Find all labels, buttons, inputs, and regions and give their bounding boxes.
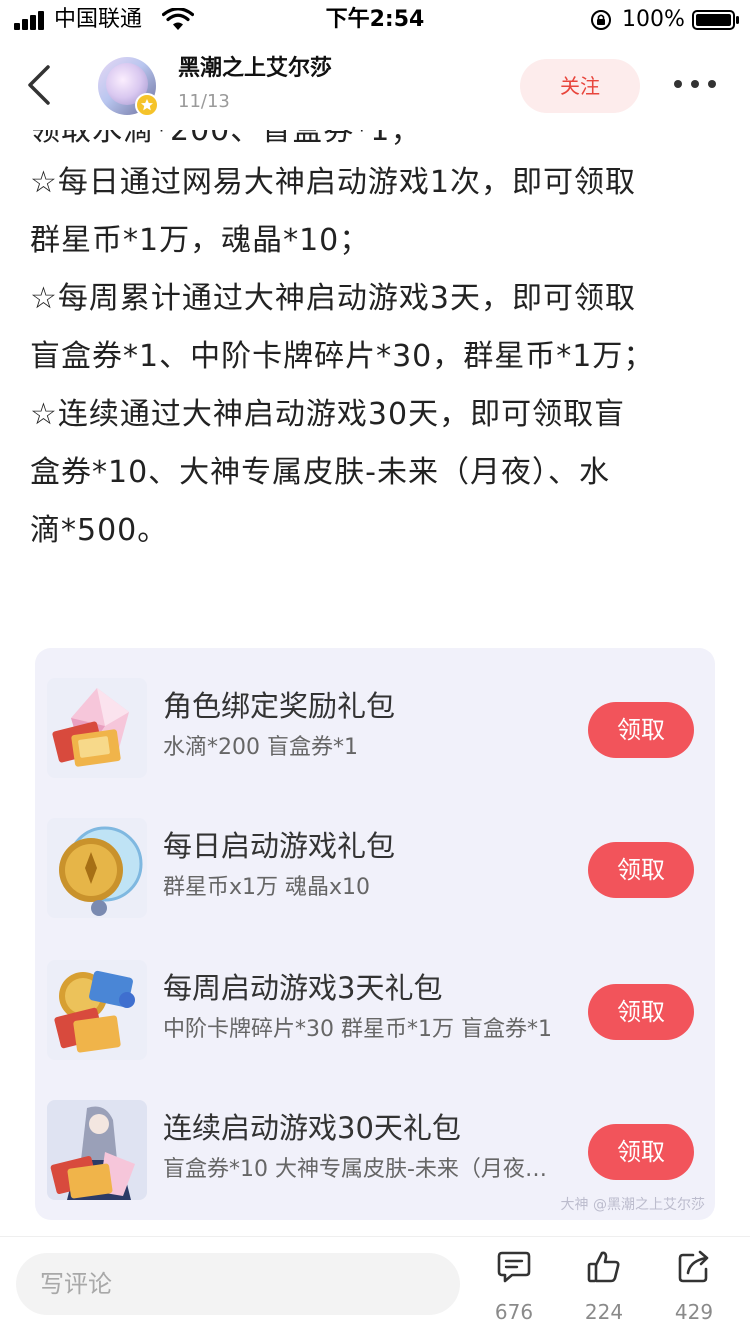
author-name[interactable]: 黑潮之上艾尔莎 [178,54,332,84]
battery-icon [692,10,739,30]
gift-ticket-crystal-icon [47,678,147,778]
gift-title: 每周启动游戏3天礼包 [163,971,443,1005]
gift-description: 群星币x1万 魂晶x10 [163,875,371,900]
post-header: 黑潮之上艾尔莎 11/13 关注 [0,40,750,130]
bottom-action-bar: 写评论 676 224 429 [0,1236,750,1335]
like-button[interactable]: 224 [574,1247,634,1335]
comment-icon [497,1251,531,1283]
battery-percentage: 100% [622,7,685,32]
gold-coin-icon [47,818,147,918]
article-paragraph: ☆每周累计通过大神启动游戏3天，即可领取 盲盒券*1、中阶卡牌碎片*30，群星币… [30,281,655,374]
gift-description: 盲盒券*10 大神专属皮肤-未来（月夜）水滴*500 [163,1157,553,1182]
orientation-lock-icon [591,10,611,30]
claim-button[interactable]: 领取 [588,842,694,898]
like-count: 224 [584,1300,624,1324]
claim-button[interactable]: 领取 [588,984,694,1040]
verified-badge-icon [135,93,159,117]
gift-item: 每周启动游戏3天礼包 中阶卡牌碎片*30 群星币*1万 盲盒券*1 领取 [35,950,715,1070]
more-options-icon[interactable] [672,78,718,90]
claim-button[interactable]: 领取 [588,1124,694,1180]
comment-input[interactable]: 写评论 [16,1253,460,1315]
coin-ticket-card-icon [47,960,147,1060]
gift-pack-image[interactable]: 角色绑定奖励礼包 水滴*200 盲盒券*1 领取 每日启动游戏礼包 群星币x1万… [35,648,715,1220]
gift-title: 连续启动游戏30天礼包 [163,1111,461,1145]
share-count: 429 [674,1300,714,1324]
gift-description: 中阶卡牌碎片*30 群星币*1万 盲盒券*1 [163,1017,552,1042]
claim-button[interactable]: 领取 [588,702,694,758]
gift-description: 水滴*200 盲盒券*1 [163,735,358,760]
gift-title: 角色绑定奖励礼包 [163,689,396,723]
gift-title: 每日启动游戏礼包 [163,829,396,863]
comment-button[interactable]: 676 [484,1247,544,1335]
comment-count: 676 [494,1300,534,1324]
gift-item: 每日启动游戏礼包 群星币x1万 魂晶x10 领取 [35,808,715,928]
share-button[interactable]: 429 [664,1247,724,1335]
thumbs-up-icon [587,1251,620,1283]
status-bar: 中国联通 下午2:54 100% [0,0,750,40]
post-date: 11/13 [178,91,230,112]
back-icon[interactable] [20,62,60,108]
share-icon [678,1250,709,1283]
character-skin-icon [47,1100,147,1200]
gift-item: 角色绑定奖励礼包 水滴*200 盲盒券*1 领取 [35,668,715,788]
follow-button[interactable]: 关注 [520,59,640,113]
article-paragraph: ☆每日通过网易大神启动游戏1次，即可领取 群星币*1万，魂晶*10； [30,165,636,258]
image-watermark: 大神 @黑潮之上艾尔莎 [560,1197,705,1213]
article-paragraph: ☆连续通过大神启动游戏30天，即可领取盲 盒券*10、大神专属皮肤-未来（月夜）… [30,397,626,548]
post-content[interactable]: 领取水滴*200、盲盒券*1； ☆每日通过网易大神启动游戏1次，即可领取 群星币… [0,40,750,1236]
gift-item: 连续启动游戏30天礼包 盲盒券*10 大神专属皮肤-未来（月夜）水滴*500 领… [35,1090,715,1210]
